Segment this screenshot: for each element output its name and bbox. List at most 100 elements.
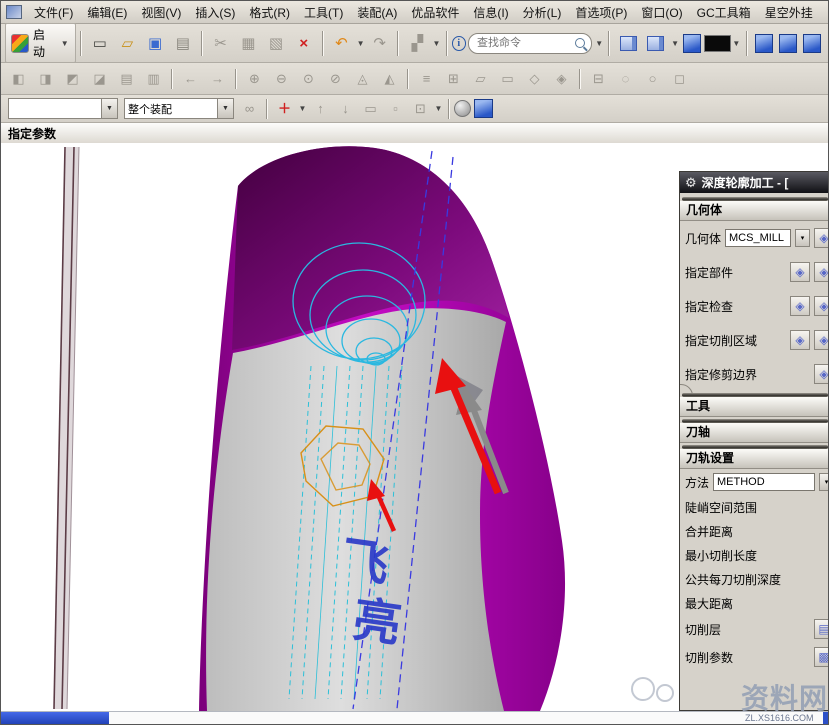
- menu-edit[interactable]: 编辑(E): [80, 2, 134, 23]
- background-color-swatch[interactable]: [704, 35, 731, 52]
- delete-button[interactable]: ×: [291, 30, 317, 57]
- cut-button[interactable]: ✂: [208, 30, 234, 57]
- new-file-button[interactable]: ▭: [87, 30, 113, 57]
- vector-tool-icon[interactable]: ◈: [549, 67, 574, 91]
- chevron-down-icon[interactable]: ▼: [101, 99, 117, 118]
- forward-arrow-icon[interactable]: →: [205, 67, 230, 91]
- menu-gc-toolbox[interactable]: GC工具箱: [690, 2, 758, 23]
- snap-end-icon[interactable]: ⊖: [269, 67, 294, 91]
- move-down-icon[interactable]: ↓: [334, 98, 357, 120]
- shaded-display-icon[interactable]: [683, 34, 701, 53]
- layer-visible-icon[interactable]: ▥: [141, 67, 166, 91]
- undo-button[interactable]: ↶: [329, 30, 355, 57]
- menu-tools[interactable]: 工具(T): [297, 2, 350, 23]
- group-header-path-settings[interactable]: 刀轨设置: [680, 449, 829, 469]
- cutting-parameters-button[interactable]: ▩: [814, 647, 829, 667]
- window-cascade-button[interactable]: [643, 30, 669, 57]
- trim-view-icon[interactable]: ◨: [33, 67, 58, 91]
- section-view-icon[interactable]: ◩: [60, 67, 85, 91]
- point-tool-icon[interactable]: ◇: [522, 67, 547, 91]
- clip-section-icon[interactable]: ◪: [87, 67, 112, 91]
- grid-dropdown-icon[interactable]: ▼: [431, 39, 441, 48]
- move-up-icon[interactable]: ↑: [309, 98, 332, 120]
- start-menu-button[interactable]: 启动 ▼: [5, 23, 76, 63]
- open-file-button[interactable]: ▱: [115, 30, 141, 57]
- datum-tool-icon[interactable]: ▭: [495, 67, 520, 91]
- save-button[interactable]: ▣: [142, 30, 168, 57]
- interpart-link-icon[interactable]: ∞: [238, 98, 261, 120]
- menu-insert[interactable]: 插入(S): [188, 2, 242, 23]
- dashed-circle-icon[interactable]: ◌: [613, 67, 638, 91]
- edit-geometry-button[interactable]: ◈: [814, 228, 829, 248]
- display-cut-area-button[interactable]: ◈: [814, 330, 829, 350]
- sphere-display-icon[interactable]: [454, 100, 471, 117]
- select-lasso-icon[interactable]: ▫: [384, 98, 407, 120]
- menu-youpin[interactable]: 优品软件: [404, 2, 466, 23]
- plane-tool-icon[interactable]: ▱: [468, 67, 493, 91]
- snap-quadrant-icon[interactable]: ◭: [377, 67, 402, 91]
- cutting-levels-button[interactable]: ▤: [814, 619, 829, 639]
- menu-information[interactable]: 信息(I): [466, 2, 515, 23]
- specify-trim-boundary-button[interactable]: ◈: [814, 364, 829, 384]
- search-icon[interactable]: [575, 38, 585, 48]
- paste-button[interactable]: ▧: [263, 30, 289, 57]
- measure-tool-icon[interactable]: ⊟: [586, 67, 611, 91]
- menu-file[interactable]: 文件(F): [27, 2, 80, 23]
- menu-preferences[interactable]: 首选项(P): [568, 2, 634, 23]
- specify-cut-area-button[interactable]: ◈: [790, 330, 810, 350]
- sketch-char-1[interactable]: 飞: [337, 533, 392, 592]
- menu-window[interactable]: 窗口(O): [634, 2, 689, 23]
- search-input[interactable]: [475, 36, 571, 50]
- redo-button[interactable]: ↷: [367, 30, 393, 57]
- information-icon[interactable]: i: [452, 36, 466, 51]
- menu-format[interactable]: 格式(R): [242, 2, 297, 23]
- snap-point-icon[interactable]: ⊕: [242, 67, 267, 91]
- swatch-dropdown-icon[interactable]: ▼: [731, 39, 741, 48]
- group-header-tool[interactable]: 工具: [680, 397, 829, 417]
- snap-center-icon[interactable]: ⊘: [323, 67, 348, 91]
- cube-display-icon[interactable]: [474, 99, 493, 118]
- specify-part-button[interactable]: ◈: [790, 262, 810, 282]
- layer-settings-icon[interactable]: ▤: [114, 67, 139, 91]
- chevron-down-icon[interactable]: ▾: [819, 473, 829, 491]
- assembly-cube-icon[interactable]: [779, 34, 797, 53]
- model-view-cube-icon[interactable]: [755, 34, 773, 53]
- chevron-down-icon[interactable]: ▾: [795, 229, 810, 247]
- chevron-down-icon[interactable]: ▼: [217, 99, 233, 118]
- geometry-combo[interactable]: MCS_MILL: [725, 229, 791, 247]
- left-edge-geometry[interactable]: [54, 147, 79, 709]
- selection-scope-combo[interactable]: 整个装配 ▼: [124, 98, 234, 119]
- orient-view-icon[interactable]: ◧: [6, 67, 31, 91]
- command-finder[interactable]: [468, 33, 592, 54]
- sketch-char-2[interactable]: 亮: [349, 593, 404, 652]
- copy-button[interactable]: ▦: [235, 30, 261, 57]
- select-rect-icon[interactable]: ▭: [359, 98, 382, 120]
- search-dropdown-icon[interactable]: ▼: [594, 39, 604, 48]
- add-component-icon[interactable]: ＋: [273, 98, 296, 120]
- menu-assembly[interactable]: 装配(A): [350, 2, 404, 23]
- menu-view[interactable]: 视图(V): [134, 2, 188, 23]
- menu-starsky-addon[interactable]: 星空外挂: [758, 2, 820, 23]
- dialog-title-bar[interactable]: ⚙ 深度轮廓加工 - [: [680, 172, 829, 193]
- grid-snap-icon[interactable]: ⊞: [441, 67, 466, 91]
- back-arrow-icon[interactable]: ←: [178, 67, 203, 91]
- group-header-geometry[interactable]: 几何体: [680, 201, 829, 221]
- display-part-button[interactable]: ◈: [814, 262, 829, 282]
- add-dropdown-icon[interactable]: ▼: [297, 104, 308, 113]
- display-check-button[interactable]: ◈: [814, 296, 829, 316]
- selection-filter-combo[interactable]: ▼: [8, 98, 118, 119]
- snap-intersection-icon[interactable]: ◬: [350, 67, 375, 91]
- method-combo[interactable]: METHOD: [713, 473, 815, 491]
- touch-grid-button[interactable]: ▞: [404, 30, 430, 57]
- group-header-tool-axis[interactable]: 刀轴: [680, 423, 829, 443]
- menu-analysis[interactable]: 分析(L): [516, 2, 569, 23]
- more-tools-icon[interactable]: ◻: [667, 67, 692, 91]
- snap-mid-icon[interactable]: ⊙: [296, 67, 321, 91]
- print-button[interactable]: ▤: [170, 30, 196, 57]
- select-dropdown-icon[interactable]: ▼: [433, 104, 444, 113]
- machined-face[interactable]: [206, 308, 506, 711]
- drafting-cube-icon[interactable]: [803, 34, 821, 53]
- layout-dropdown-icon[interactable]: ▼: [670, 39, 680, 48]
- undo-dropdown-icon[interactable]: ▼: [355, 39, 365, 48]
- circle-tool-icon[interactable]: ○: [640, 67, 665, 91]
